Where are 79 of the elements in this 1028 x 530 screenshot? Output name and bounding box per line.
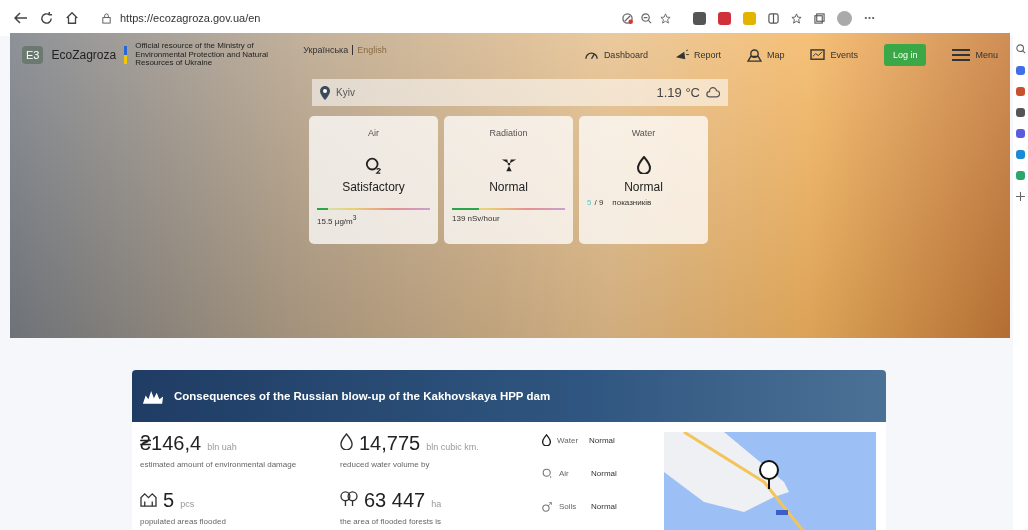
indicator-label: Air — [559, 469, 570, 478]
cloud-icon — [706, 87, 720, 98]
card-title: Radiation — [489, 128, 528, 138]
nav-link[interactable]: Report — [673, 48, 721, 62]
lock-icon — [101, 12, 112, 24]
indicator-status: Normal — [589, 435, 615, 445]
more-icon[interactable] — [864, 16, 875, 20]
location-pin-icon — [320, 85, 330, 100]
indicator-label: Soils — [559, 502, 578, 511]
total-text: / 9 — [594, 198, 604, 207]
houses-icon — [140, 492, 157, 507]
star-icon[interactable] — [660, 12, 671, 24]
indicator-card[interactable]: Water Normal 5 / 9 показників — [579, 116, 708, 244]
banner-title: Consequences of the Russian blow-up of the Kakhovskaya HPP dam — [174, 390, 551, 402]
sidebar-app-icon[interactable] — [1016, 129, 1025, 138]
sidebar-app-icon[interactable] — [1016, 108, 1025, 117]
extension-icon[interactable] — [718, 11, 731, 25]
indicator-card[interactable]: Radiation Normal 139 nSv/hour — [444, 116, 573, 244]
oxygen-icon — [364, 156, 383, 174]
indicator-label: Water — [557, 435, 580, 445]
reload-icon[interactable] — [40, 11, 53, 25]
indicator-card[interactable]: Air Satisfactory 15.5 µg/m$^{3}$ — [309, 116, 438, 244]
stat-caption: populated areas flooded — [140, 517, 227, 526]
menu-icon — [952, 49, 971, 61]
sidebar-app-icon[interactable] — [1016, 150, 1025, 159]
zoom-icon[interactable] — [641, 12, 652, 24]
water-drop-icon — [636, 156, 651, 174]
logo-icon[interactable]: E3 — [22, 46, 44, 64]
unit-text: показників — [612, 198, 652, 207]
water-drop-icon — [340, 433, 353, 450]
card-title: Water — [631, 128, 656, 138]
search-icon[interactable] — [1015, 44, 1026, 54]
card-title: Air — [368, 128, 379, 138]
stat-caption: estimated amount of environmental damage — [140, 460, 298, 469]
sidebar-app-icon[interactable] — [1016, 171, 1025, 180]
chart-screen-icon — [810, 48, 826, 62]
stat-value: 5 — [163, 489, 175, 512]
indicator-status: Normal — [591, 469, 617, 478]
status-text: Normal — [624, 180, 663, 194]
stat-value: 14,775 — [359, 432, 421, 455]
sidebar-app-icon[interactable] — [1016, 66, 1025, 75]
stat-value: ₴146,4 — [140, 432, 202, 455]
nav-link[interactable]: Map — [746, 48, 785, 62]
status-text: Normal — [489, 180, 528, 194]
stat-unit: bln cubic km. — [426, 442, 479, 452]
nav-link[interactable]: Events — [810, 48, 858, 62]
ministry-text: Official resource of the Ministry of Environmental Protection and Natural Resources of Ukraine — [135, 42, 270, 68]
reading-text: 139 nSv/hour — [452, 214, 500, 223]
add-icon[interactable] — [1016, 192, 1025, 201]
extension-icon[interactable] — [693, 11, 706, 25]
trees-icon — [340, 491, 358, 507]
status-text: Satisfactory — [342, 180, 405, 194]
logo-text[interactable]: EcoZagroza — [51, 48, 117, 62]
water-drop-icon — [542, 434, 551, 446]
soil-icon — [542, 501, 553, 512]
blocked-icon[interactable] — [622, 12, 633, 24]
count-text: 5 — [587, 198, 592, 207]
oxygen-icon — [542, 468, 553, 479]
city-selector[interactable]: Kyiv — [320, 85, 355, 100]
back-icon[interactable] — [14, 12, 28, 24]
nav-link[interactable]: Dashboard — [583, 49, 648, 61]
stat-unit: ha — [431, 499, 442, 509]
indicator-status: Normal — [591, 502, 617, 511]
stat-unit: bln uah — [207, 442, 237, 452]
reading-text: 15.5 µg/m$^{3}$ — [317, 214, 357, 226]
stat-unit: pcs — [180, 499, 195, 509]
stat-caption: the area of flooded forests is — [340, 517, 442, 526]
menu-button[interactable]: Menu — [952, 49, 998, 61]
gauge-icon — [583, 49, 599, 61]
language-link[interactable]: Українська — [303, 45, 349, 55]
sidebar-app-icon[interactable] — [1016, 87, 1025, 96]
flag-icon — [124, 46, 128, 64]
home-icon[interactable] — [65, 11, 79, 25]
stat-caption: reduced water volume by — [340, 460, 431, 469]
favorites-icon[interactable] — [791, 12, 802, 24]
collections-icon[interactable] — [814, 12, 825, 24]
stat-value: 63 447 — [364, 489, 426, 512]
split-screen-icon[interactable] — [768, 12, 779, 24]
temperature-text: 1.19 °C — [656, 85, 700, 100]
